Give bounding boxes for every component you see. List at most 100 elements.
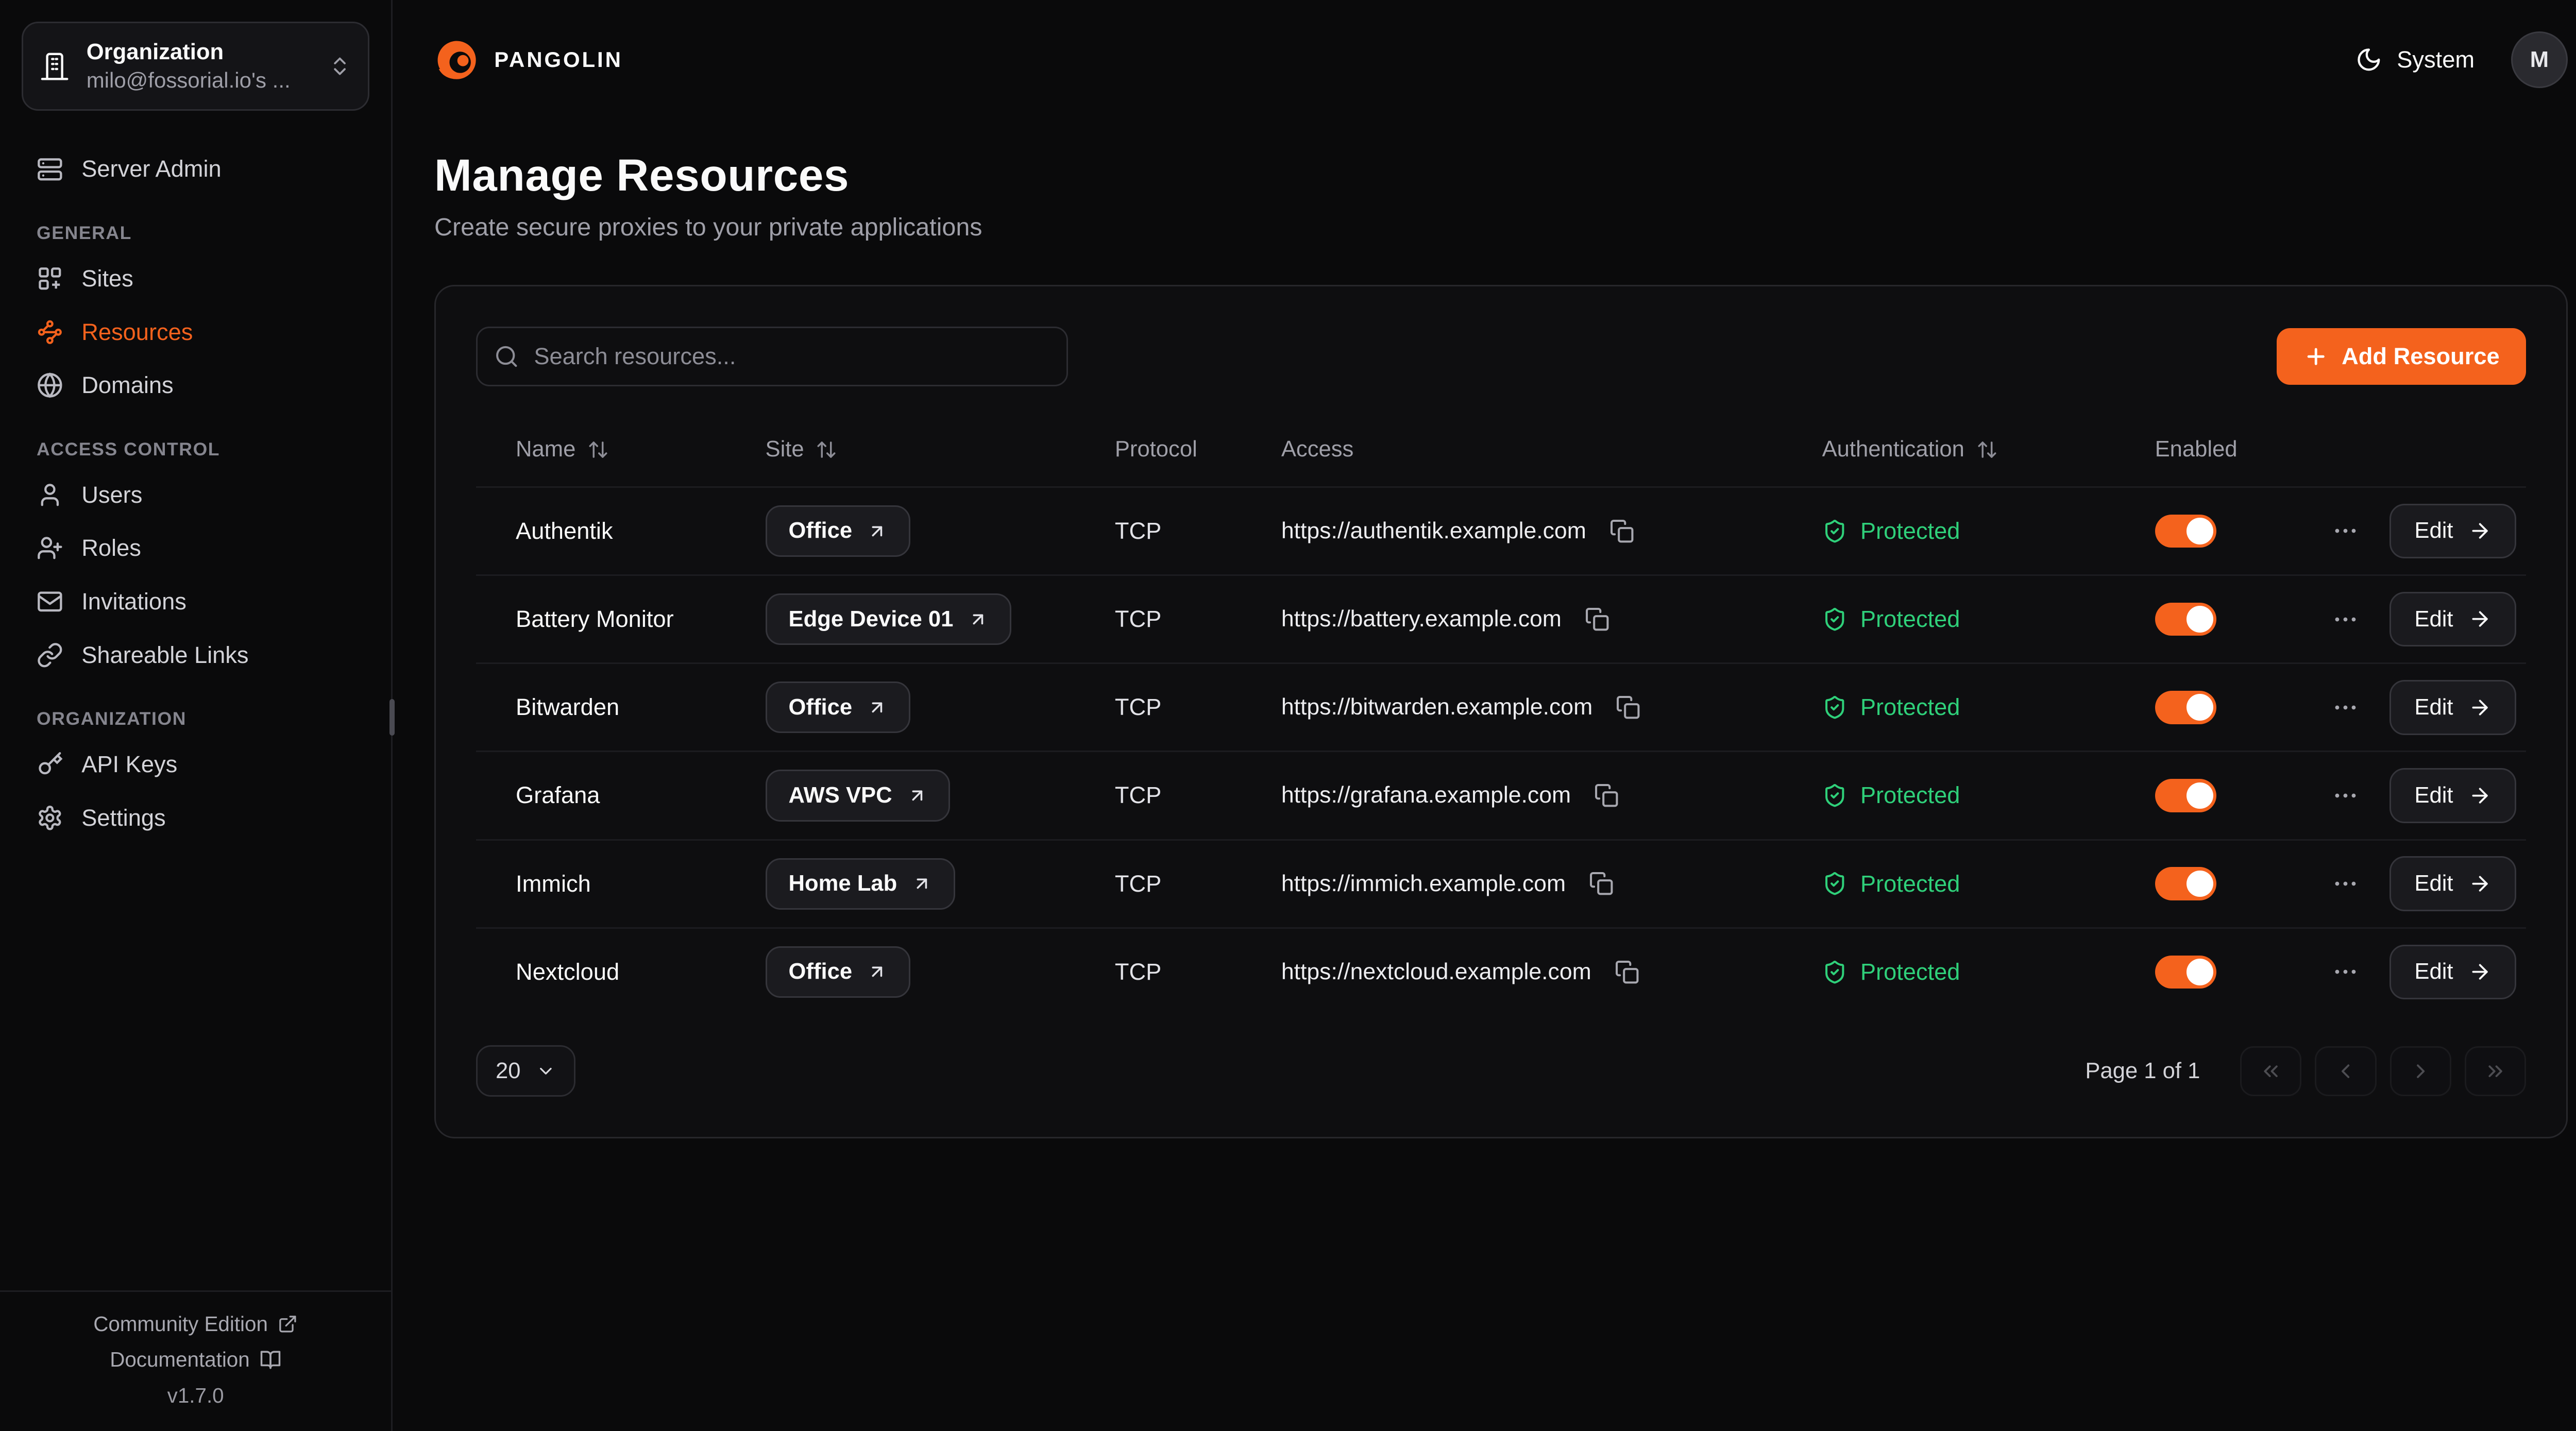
site-link-button[interactable]: Office — [766, 946, 910, 998]
resource-url: https://grafana.example.com — [1281, 782, 1571, 808]
sidebar-item-label: Resources — [81, 319, 193, 346]
user-avatar[interactable]: M — [2511, 31, 2568, 88]
resource-protocol: TCP — [1115, 782, 1281, 809]
site-link-button[interactable]: AWS VPC — [766, 770, 951, 821]
page-subtitle: Create secure proxies to your private ap… — [434, 213, 2568, 242]
row-menu-button[interactable] — [2326, 512, 2364, 550]
row-menu-button[interactable] — [2326, 776, 2364, 814]
previous-page-button[interactable] — [2315, 1046, 2377, 1096]
resource-protocol: TCP — [1115, 606, 1281, 633]
search-input[interactable] — [476, 327, 1069, 386]
site-link-button[interactable]: Home Lab — [766, 858, 956, 910]
page-size-select[interactable]: 20 — [476, 1045, 575, 1097]
book-open-icon — [260, 1349, 281, 1371]
edit-button[interactable]: Edit — [2389, 856, 2516, 911]
resource-name: Nextcloud — [516, 959, 766, 985]
building-icon — [40, 52, 70, 81]
row-menu-button[interactable] — [2326, 953, 2364, 991]
enabled-toggle[interactable] — [2155, 779, 2217, 812]
column-header-authentication[interactable]: Authentication — [1822, 437, 2155, 462]
copy-url-button[interactable] — [1584, 866, 1619, 901]
documentation-link[interactable]: Documentation — [110, 1348, 281, 1372]
sites-icon — [37, 265, 63, 292]
sidebar-item-resources[interactable]: Resources — [22, 305, 369, 359]
org-selector-value: milo@fossorial.io's ... — [87, 68, 291, 92]
external-link-icon — [278, 1314, 298, 1334]
copy-url-button[interactable] — [1580, 602, 1615, 637]
edit-button[interactable]: Edit — [2389, 768, 2516, 823]
site-link-button[interactable]: Office — [766, 682, 910, 733]
sidebar-item-label: Settings — [81, 805, 165, 831]
sidebar-item-domains[interactable]: Domains — [22, 359, 369, 412]
resource-name: Battery Monitor — [516, 606, 766, 633]
add-resource-button[interactable]: Add Resource — [2277, 328, 2526, 385]
arrow-right-icon — [2468, 784, 2492, 807]
row-menu-button[interactable] — [2326, 865, 2364, 903]
theme-switcher[interactable]: System — [2355, 46, 2475, 73]
row-menu-button[interactable] — [2326, 600, 2364, 638]
sidebar-item-label: Sites — [81, 265, 133, 292]
site-name: AWS VPC — [789, 783, 892, 808]
brand: PANGOLIN — [434, 38, 623, 82]
resource-url: https://bitwarden.example.com — [1281, 694, 1592, 720]
enabled-toggle[interactable] — [2155, 603, 2217, 636]
auth-status-label: Protected — [1860, 959, 1960, 985]
sidebar-item-roles[interactable]: Roles — [22, 521, 369, 575]
enabled-toggle[interactable] — [2155, 956, 2217, 989]
last-page-button[interactable] — [2465, 1046, 2527, 1096]
first-page-button[interactable] — [2240, 1046, 2302, 1096]
shield-check-icon — [1822, 519, 1847, 543]
copy-url-button[interactable] — [1609, 955, 1645, 990]
documentation-label: Documentation — [110, 1348, 249, 1372]
column-header-enabled: Enabled — [2155, 437, 2338, 462]
auth-status: Protected — [1822, 518, 2155, 544]
site-link-button[interactable]: Edge Device 01 — [766, 593, 1012, 645]
resources-table: Name Site Protocol Access Authentication… — [476, 413, 2527, 1015]
sidebar-item-label: Domains — [81, 372, 173, 399]
edit-button[interactable]: Edit — [2389, 945, 2516, 1000]
arrow-right-icon — [2468, 607, 2492, 631]
sidebar-resize-handle[interactable] — [389, 699, 395, 736]
resource-url: https://authentik.example.com — [1281, 518, 1586, 544]
edit-button[interactable]: Edit — [2389, 592, 2516, 647]
sidebar-item-api-keys[interactable]: API Keys — [22, 738, 369, 791]
copy-url-button[interactable] — [1589, 778, 1624, 813]
arrow-right-icon — [2468, 872, 2492, 895]
chevrons-up-down-icon — [328, 55, 351, 78]
edit-label: Edit — [2414, 871, 2453, 896]
arrow-up-right-icon — [867, 697, 887, 718]
column-header-site[interactable]: Site — [766, 437, 1115, 462]
gear-icon — [37, 805, 63, 831]
edit-button[interactable]: Edit — [2389, 504, 2516, 559]
edit-button[interactable]: Edit — [2389, 680, 2516, 735]
enabled-toggle[interactable] — [2155, 867, 2217, 900]
copy-url-button[interactable] — [1611, 690, 1646, 725]
site-link-button[interactable]: Office — [766, 505, 910, 557]
topbar: PANGOLIN System M — [434, 0, 2568, 120]
community-edition-link[interactable]: Community Edition — [93, 1312, 298, 1336]
next-page-button[interactable] — [2390, 1046, 2452, 1096]
user-icon — [37, 482, 63, 508]
theme-label: System — [2397, 46, 2475, 73]
auth-status-label: Protected — [1860, 782, 1960, 809]
page-indicator: Page 1 of 1 — [2085, 1059, 2200, 1084]
resource-name: Authentik — [516, 518, 766, 544]
sidebar-item-users[interactable]: Users — [22, 468, 369, 522]
sidebar-item-server-admin[interactable]: Server Admin — [22, 143, 369, 196]
org-selector[interactable]: Organization milo@fossorial.io's ... — [22, 22, 369, 111]
enabled-toggle[interactable] — [2155, 691, 2217, 724]
column-header-name[interactable]: Name — [516, 437, 766, 462]
enabled-toggle[interactable] — [2155, 515, 2217, 548]
row-menu-button[interactable] — [2326, 688, 2364, 726]
globe-icon — [37, 372, 63, 399]
sidebar-item-shareable-links[interactable]: Shareable Links — [22, 628, 369, 682]
section-title-access-control: ACCESS CONTROL — [37, 439, 354, 460]
copy-url-button[interactable] — [1604, 514, 1639, 549]
arrow-up-right-icon — [912, 874, 932, 894]
sidebar-item-settings[interactable]: Settings — [22, 791, 369, 845]
sidebar-item-sites[interactable]: Sites — [22, 252, 369, 305]
auth-status: Protected — [1822, 871, 2155, 897]
page-title: Manage Resources — [434, 150, 2568, 201]
resource-protocol: TCP — [1115, 959, 1281, 985]
sidebar-item-invitations[interactable]: Invitations — [22, 575, 369, 628]
